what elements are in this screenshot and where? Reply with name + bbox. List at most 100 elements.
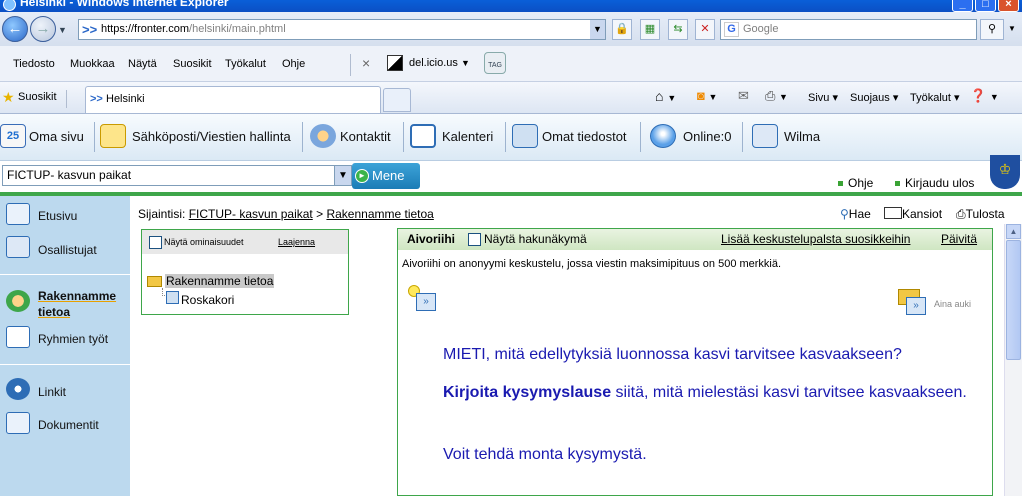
close-toolbar-icon[interactable]: ×	[362, 55, 370, 71]
back-button[interactable]: ←	[2, 16, 28, 42]
page-menu[interactable]: Sivu ▾	[808, 91, 838, 104]
print-tool[interactable]: ⎙Tulosta	[956, 207, 1005, 222]
forum-paragraph-1: MIETI, mitä edellytyksiä luonnossa kasvi…	[443, 346, 902, 363]
my-page-link[interactable]: Oma sivu	[29, 129, 84, 144]
go-arrow-icon: ►	[355, 169, 369, 183]
address-dropdown-icon[interactable]: ▼	[590, 20, 605, 39]
tree-child-node[interactable]: Roskakori	[181, 293, 234, 307]
sidebar-item-documents[interactable]: Dokumentit	[38, 418, 99, 432]
folder-tree-panel: Näytä ominaisuudet Laajenna Rakennamme t…	[141, 229, 349, 315]
go-label: Mene	[372, 168, 405, 183]
open-folder-icon	[147, 276, 162, 287]
new-message-icon[interactable]: »	[408, 285, 438, 313]
help-link[interactable]: Ohje	[838, 176, 873, 190]
delicious-button[interactable]: del.icio.us ▼	[387, 55, 470, 71]
breadcrumb-separator: >	[316, 207, 324, 221]
folders-tool[interactable]: Kansiot	[884, 207, 942, 221]
help-icon[interactable]: ❓ ▼	[970, 88, 999, 104]
breadcrumb-current-link[interactable]: Rakennamme tietoa	[326, 207, 433, 221]
new-tab-button[interactable]	[383, 88, 411, 112]
room-select[interactable]: FICTUP- kasvun paikat ▼	[2, 165, 352, 186]
history-dropdown-icon[interactable]: ▼	[58, 25, 67, 35]
online-count[interactable]: Online:0	[683, 129, 731, 144]
ie-logo-icon	[3, 0, 16, 11]
toolbar-separator	[94, 122, 95, 152]
printer-icon: ⎙	[956, 207, 966, 221]
show-search-view-checkbox[interactable]	[468, 233, 481, 246]
scrollbar-thumb[interactable]	[1006, 240, 1021, 360]
toolbar-separator	[505, 122, 506, 152]
favorites-button[interactable]: ★ Suosikit	[2, 89, 57, 105]
calendar-day-icon: 25	[0, 124, 26, 148]
tag-button[interactable]: TAG	[484, 52, 506, 74]
forum-paragraph-2: Kirjoita kysymyslause siitä, mitä mieles…	[443, 384, 967, 401]
compatibility-icon[interactable]: ▦	[640, 19, 660, 40]
search-options-icon[interactable]: ▼	[1005, 19, 1019, 40]
sidebar-item-participants[interactable]: Osallistujat	[38, 243, 97, 257]
always-open-icon[interactable]: »	[898, 289, 928, 317]
refresh-link[interactable]: Päivitä	[941, 229, 977, 250]
logout-link[interactable]: Kirjaudu ulos	[895, 176, 974, 190]
online-smiley-icon	[650, 124, 676, 148]
page-scrollbar[interactable]: ▲	[1004, 224, 1022, 496]
menu-file[interactable]: Tiedosto	[13, 58, 55, 70]
show-properties-checkbox[interactable]	[149, 236, 162, 249]
sidebar-item-group-work[interactable]: Ryhmien työt	[38, 332, 108, 346]
rss-icon[interactable]: ◙ ▼	[697, 88, 717, 103]
menu-view[interactable]: Näytä	[128, 58, 157, 70]
page-arrow-icon: >>	[82, 22, 98, 37]
chevron-down-icon[interactable]: ▼	[334, 166, 351, 185]
tools-menu[interactable]: Työkalut ▾	[910, 91, 960, 104]
refresh-icon[interactable]: ⇆	[668, 19, 688, 40]
menu-help[interactable]: Ohje	[282, 58, 305, 70]
menu-tools[interactable]: Työkalut	[225, 58, 266, 70]
search-button[interactable]: ⚲	[980, 19, 1004, 40]
breadcrumb-parent-link[interactable]: FICTUP- kasvun paikat	[189, 207, 313, 221]
scroll-up-icon[interactable]: ▲	[1006, 224, 1021, 239]
sidebar-item-home[interactable]: Etusivu	[38, 209, 77, 223]
stop-icon[interactable]: ✕	[695, 19, 715, 40]
expand-link[interactable]: Laajenna	[278, 230, 315, 254]
delicious-icon	[387, 55, 403, 71]
sidebar: Etusivu Osallistujat Rakennamme tietoa R…	[0, 196, 130, 496]
forward-button[interactable]: →	[30, 16, 56, 42]
address-bar[interactable]: >> https://fronter.com/helsinki/main.pht…	[78, 19, 606, 40]
show-search-view-label: Näytä hakunäkymä	[484, 232, 587, 246]
sidebar-item-links[interactable]: Linkit	[38, 385, 66, 399]
add-to-favorites-link[interactable]: Lisää keskustelupalsta suosikkeihin	[721, 229, 910, 250]
email-link[interactable]: Sähköposti/Viestien hallinta	[132, 129, 291, 144]
menu-favorites[interactable]: Suosikit	[173, 58, 212, 70]
star-icon: ★	[2, 89, 15, 105]
search-placeholder: Google	[743, 23, 779, 35]
tree-root-node[interactable]: Rakennamme tietoa	[165, 274, 275, 288]
toolbar-separator	[302, 122, 303, 152]
contacts-link[interactable]: Kontaktit	[340, 129, 391, 144]
participants-icon	[6, 236, 30, 258]
room-select-value: FICTUP- kasvun paikat	[7, 168, 132, 182]
sidebar-item-rakennamme[interactable]: Rakennamme tietoa	[38, 288, 128, 320]
close-window-button[interactable]: ×	[998, 0, 1019, 12]
links-icon	[6, 378, 30, 400]
lock-icon[interactable]: 🔒	[612, 19, 632, 40]
wilma-link[interactable]: Wilma	[784, 129, 820, 144]
my-files-link[interactable]: Omat tiedostot	[542, 129, 627, 144]
print-icon[interactable]: ⎙ ▼	[765, 88, 788, 104]
mail-icon[interactable]: ✉	[738, 88, 749, 104]
security-menu[interactable]: Suojaus ▾	[850, 91, 898, 104]
url-prefix: https://fronter.com	[101, 23, 190, 35]
menu-edit[interactable]: Muokkaa	[70, 58, 115, 70]
app-toolbar: 25 Oma sivu Sähköposti/Viestien hallinta…	[0, 114, 1022, 161]
documents-icon	[6, 412, 30, 434]
calendar-link[interactable]: Kalenteri	[442, 129, 493, 144]
tag-label: TAG	[488, 62, 502, 69]
people-icon	[6, 290, 30, 312]
url-path: /helsinki/main.phtml	[189, 23, 286, 35]
search-input[interactable]: G Google	[720, 19, 977, 40]
tab-helsinki[interactable]: >> Helsinki	[85, 86, 381, 113]
maximize-button[interactable]: □	[975, 0, 996, 12]
toolbar-separator	[742, 122, 743, 152]
search-tool[interactable]: ⚲Hae	[840, 207, 871, 221]
home-icon[interactable]: ⌂ ▼	[655, 88, 676, 104]
minimize-button[interactable]: _	[952, 0, 973, 12]
go-button[interactable]: ► Mene	[352, 163, 420, 189]
